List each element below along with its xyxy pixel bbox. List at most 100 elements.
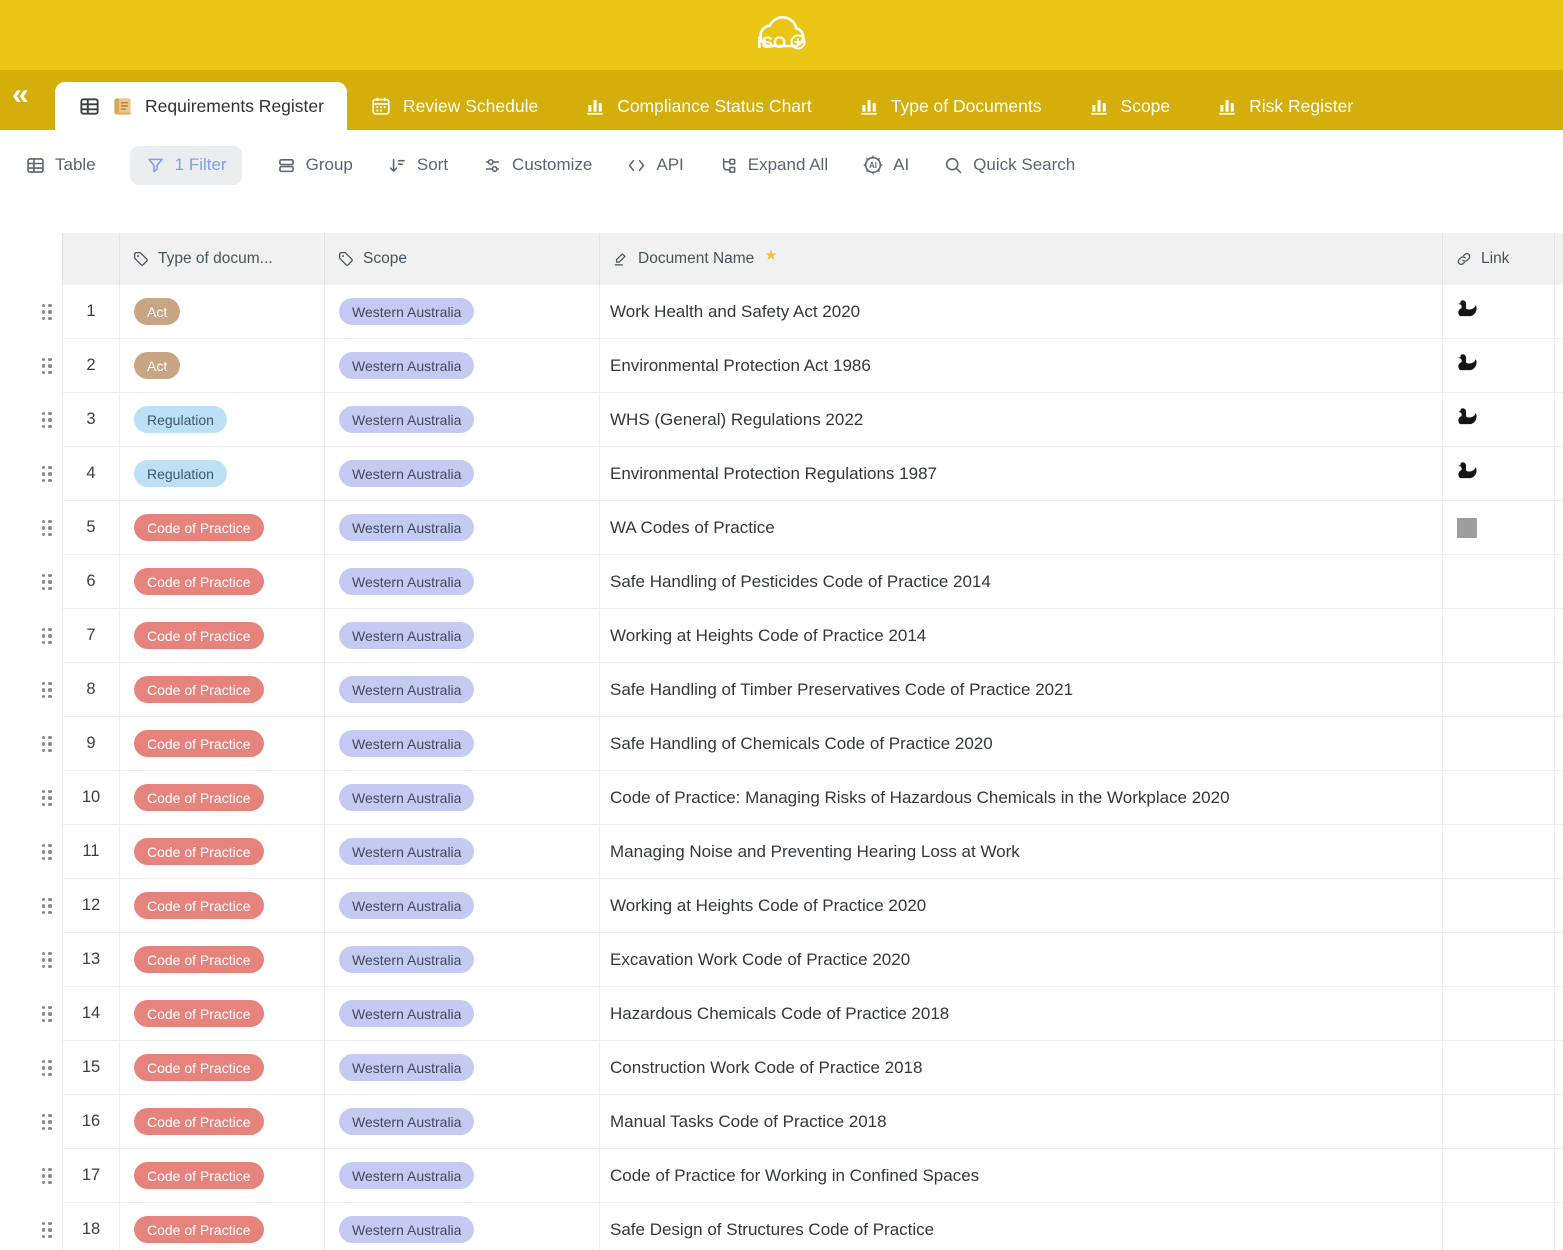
type-of-document-cell[interactable]: Code of Practice [120,879,325,933]
link-cell[interactable] [1443,393,1555,447]
row-number-cell[interactable]: 5 [62,501,120,555]
document-name-cell[interactable]: Managing Noise and Preventing Hearing Lo… [600,825,1443,879]
link-cell[interactable] [1443,1095,1555,1149]
scope-cell[interactable]: Western Australia [325,717,600,771]
drag-handle[interactable] [42,304,53,321]
document-name-cell[interactable]: Environmental Protection Act 1986 [600,339,1443,393]
document-name-cell[interactable]: Work Health and Safety Act 2020 [600,285,1443,339]
sort-button[interactable]: Sort [387,155,448,176]
link-cell[interactable] [1443,771,1555,825]
link-cell[interactable] [1443,555,1555,609]
ai-button[interactable]: AI AI [862,154,909,176]
row-number-cell[interactable]: 9 [62,717,120,771]
type-of-document-cell[interactable]: Act [120,339,325,393]
link-cell[interactable] [1443,1203,1555,1250]
expand-all-button[interactable]: Expand All [718,155,828,176]
type-of-document-cell[interactable]: Code of Practice [120,717,325,771]
scope-cell[interactable]: Western Australia [325,555,600,609]
type-of-document-cell[interactable]: Code of Practice [120,1041,325,1095]
quick-search-button[interactable]: Quick Search [943,155,1075,176]
document-name-cell[interactable]: Manual Tasks Code of Practice 2018 [600,1095,1443,1149]
group-button[interactable]: Group [276,155,353,176]
link-cell[interactable] [1443,825,1555,879]
collapse-sidebar-button[interactable]: « [12,78,27,112]
link-cell[interactable] [1443,285,1555,339]
drag-handle[interactable] [42,682,53,699]
view-tab-risk-register[interactable]: Risk Register [1193,82,1376,130]
drag-handle[interactable] [42,412,53,429]
document-name-cell[interactable]: Code of Practice: Managing Risks of Haza… [600,771,1443,825]
drag-handle[interactable] [42,736,53,753]
type-of-document-cell[interactable]: Code of Practice [120,609,325,663]
view-tab-scope[interactable]: Scope [1065,82,1194,130]
scope-cell[interactable]: Western Australia [325,285,600,339]
drag-handle[interactable] [42,1006,53,1023]
document-name-cell[interactable]: WA Codes of Practice [600,501,1443,555]
document-name-cell[interactable]: Construction Work Code of Practice 2018 [600,1041,1443,1095]
scope-cell[interactable]: Western Australia [325,1203,600,1250]
link-cell[interactable] [1443,447,1555,501]
type-of-document-cell[interactable]: Code of Practice [120,933,325,987]
scope-cell[interactable]: Western Australia [325,987,600,1041]
column-header-document-name[interactable]: Document Name ★ [600,233,1443,285]
scope-cell[interactable]: Western Australia [325,825,600,879]
link-cell[interactable] [1443,717,1555,771]
document-name-cell[interactable]: Safe Handling of Chemicals Code of Pract… [600,717,1443,771]
drag-handle[interactable] [42,1222,53,1239]
scope-cell[interactable]: Western Australia [325,339,600,393]
type-of-document-cell[interactable]: Code of Practice [120,987,325,1041]
document-name-cell[interactable]: Safe Design of Structures Code of Practi… [600,1203,1443,1250]
row-number-cell[interactable]: 13 [62,933,120,987]
row-number-cell[interactable]: 11 [62,825,120,879]
customize-button[interactable]: Customize [482,155,592,176]
type-of-document-cell[interactable]: Act [120,285,325,339]
scope-cell[interactable]: Western Australia [325,1095,600,1149]
document-name-cell[interactable]: Working at Heights Code of Practice 2020 [600,879,1443,933]
document-name-cell[interactable]: Safe Handling of Pesticides Code of Prac… [600,555,1443,609]
drag-handle[interactable] [42,790,53,807]
drag-handle[interactable] [42,466,53,483]
scope-cell[interactable]: Western Australia [325,1149,600,1203]
drag-handle[interactable] [42,520,53,537]
view-tab-review-schedule[interactable]: Review Schedule [347,82,561,130]
table-view-button[interactable]: Table [25,155,96,176]
column-header-scope[interactable]: Scope [325,233,600,285]
scope-cell[interactable]: Western Australia [325,663,600,717]
document-name-cell[interactable]: Code of Practice for Working in Confined… [600,1149,1443,1203]
view-tab-requirements-register[interactable]: Requirements Register [55,82,347,130]
link-cell[interactable] [1443,1149,1555,1203]
type-of-document-cell[interactable]: Code of Practice [120,1095,325,1149]
scope-cell[interactable]: Western Australia [325,771,600,825]
type-of-document-cell[interactable]: Regulation [120,447,325,501]
row-number-cell[interactable]: 14 [62,987,120,1041]
document-name-cell[interactable]: Safe Handling of Timber Preservatives Co… [600,663,1443,717]
row-number-cell[interactable]: 2 [62,339,120,393]
type-of-document-cell[interactable]: Code of Practice [120,501,325,555]
row-number-cell[interactable]: 15 [62,1041,120,1095]
drag-handle[interactable] [42,358,53,375]
link-cell[interactable] [1443,339,1555,393]
column-header-link[interactable]: Link [1443,233,1555,285]
row-number-header[interactable] [62,233,120,285]
row-number-cell[interactable]: 4 [62,447,120,501]
column-header-type-of-document[interactable]: Type of docum... [120,233,325,285]
drag-handle[interactable] [42,844,53,861]
filter-button[interactable]: 1 Filter [130,146,242,185]
drag-handle[interactable] [42,1168,53,1185]
row-number-cell[interactable]: 17 [62,1149,120,1203]
type-of-document-cell[interactable]: Code of Practice [120,825,325,879]
drag-handle[interactable] [42,952,53,969]
row-number-cell[interactable]: 1 [62,285,120,339]
link-cell[interactable] [1443,879,1555,933]
row-number-cell[interactable]: 10 [62,771,120,825]
document-name-cell[interactable]: Hazardous Chemicals Code of Practice 201… [600,987,1443,1041]
type-of-document-cell[interactable]: Code of Practice [120,663,325,717]
type-of-document-cell[interactable]: Code of Practice [120,1203,325,1250]
link-cell[interactable] [1443,1041,1555,1095]
row-number-cell[interactable]: 12 [62,879,120,933]
row-number-cell[interactable]: 16 [62,1095,120,1149]
scope-cell[interactable]: Western Australia [325,879,600,933]
api-button[interactable]: API [626,155,683,176]
scope-cell[interactable]: Western Australia [325,447,600,501]
view-tab-type-of-documents[interactable]: Type of Documents [835,82,1065,130]
